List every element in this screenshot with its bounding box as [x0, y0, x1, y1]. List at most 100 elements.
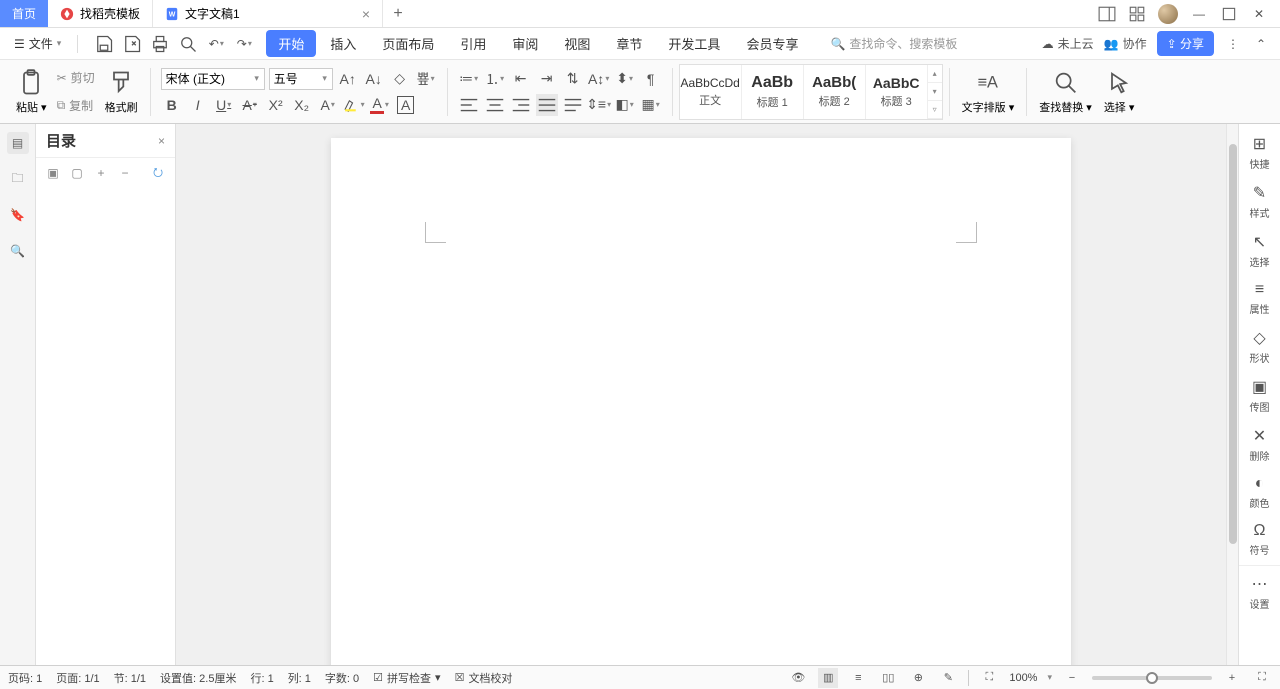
text-direction-icon[interactable]: A↕ [588, 68, 610, 90]
collapse-ribbon-icon[interactable]: ⌃ [1252, 35, 1270, 53]
ribbon-tab-view[interactable]: 视图 [552, 30, 602, 57]
style-more[interactable]: ▿ [928, 101, 942, 119]
refresh-icon[interactable]: ⭮ [149, 164, 167, 182]
zoom-out-button[interactable]: − [1062, 668, 1082, 688]
ribbon-tab-chapter[interactable]: 章节 [604, 30, 654, 57]
page[interactable] [331, 138, 1071, 665]
ribbon-tab-member[interactable]: 会员专享 [734, 30, 810, 57]
home-tab[interactable]: 首页 [0, 0, 48, 27]
show-marks-icon[interactable]: ¶ [640, 68, 662, 90]
character-border-icon[interactable]: A [395, 94, 417, 116]
status-words[interactable]: 字数: 0 [325, 670, 359, 686]
align-distributed-icon[interactable] [562, 94, 584, 116]
nav-bookmark-icon[interactable]: 🔖 [7, 204, 29, 226]
subscript-icon[interactable]: X₂ [291, 94, 313, 116]
align-center-icon[interactable] [484, 94, 506, 116]
line-spacing-icon[interactable]: ⇕≡ [588, 94, 610, 116]
share-button[interactable]: ⇪ 分享 [1157, 31, 1214, 56]
spellcheck-button[interactable]: ☑拼写检查 ▾ [373, 670, 440, 686]
grid-icon[interactable] [1128, 5, 1146, 23]
close-tab-icon[interactable]: × [362, 6, 370, 22]
minimize-button[interactable]: — [1190, 5, 1208, 23]
document-tab[interactable]: W 文字文稿1 × [153, 0, 383, 27]
font-size-input[interactable] [270, 69, 318, 89]
shrink-font-icon[interactable]: A↓ [363, 68, 385, 90]
remove-item-icon[interactable]: − [116, 164, 134, 182]
right-shortcut[interactable]: ⊞快捷 [1240, 130, 1280, 175]
expand-all-icon[interactable]: ▣ [44, 164, 62, 182]
style-heading2[interactable]: AaBb(标题 2 [804, 65, 866, 119]
nav-folder-icon[interactable]: 🗀 [7, 168, 29, 190]
right-settings[interactable]: ⋯设置 [1240, 570, 1280, 615]
numbering-icon[interactable]: ⒈ [484, 68, 506, 90]
style-heading3[interactable]: AaBbC标题 3 [866, 65, 928, 119]
decrease-indent-icon[interactable]: ⇤ [510, 68, 532, 90]
format-painter-button[interactable]: 格式刷 [99, 64, 144, 120]
style-down[interactable]: ▾ [928, 83, 942, 101]
font-name-combo[interactable]: ▾ [161, 68, 265, 90]
font-name-input[interactable] [162, 69, 250, 89]
ribbon-tab-insert[interactable]: 插入 [318, 30, 368, 57]
align-left-icon[interactable] [458, 94, 480, 116]
right-color[interactable]: ◐颜色 [1240, 471, 1280, 514]
style-up[interactable]: ▴ [928, 65, 942, 83]
align-top-icon[interactable]: ⬍ [614, 68, 636, 90]
align-right-icon[interactable] [510, 94, 532, 116]
cloud-status-button[interactable]: ☁ 未上云 [1042, 35, 1094, 52]
ribbon-tab-start[interactable]: 开始 [266, 30, 316, 57]
close-pane-icon[interactable]: × [158, 134, 165, 148]
right-image[interactable]: ▣传图 [1240, 373, 1280, 418]
add-item-icon[interactable]: + [92, 164, 110, 182]
superscript-icon[interactable]: X² [265, 94, 287, 116]
right-props[interactable]: ≡属性 [1240, 277, 1280, 320]
right-delete[interactable]: ✕删除 [1240, 422, 1280, 467]
chevron-down-icon[interactable]: ▾ [250, 73, 264, 84]
style-heading1[interactable]: AaBb标题 1 [742, 65, 804, 119]
zoom-slider[interactable] [1092, 676, 1212, 680]
find-replace-button[interactable]: 查找替换 ▾ [1033, 64, 1098, 120]
view-page-icon[interactable]: ▥ [818, 668, 838, 688]
status-section[interactable]: 节: 1/1 [114, 670, 146, 686]
strikethrough-icon[interactable]: A [239, 94, 261, 116]
maximize-button[interactable] [1220, 5, 1238, 23]
highlight-icon[interactable] [343, 94, 365, 116]
user-avatar[interactable] [1158, 4, 1178, 24]
ribbon-tab-references[interactable]: 引用 [448, 30, 498, 57]
nav-outline-icon[interactable]: ▤ [7, 132, 29, 154]
font-color-icon[interactable]: A [369, 94, 391, 116]
doc-review-button[interactable]: ☒文档校对 [455, 670, 513, 686]
right-symbol[interactable]: Ω符号 [1240, 518, 1280, 561]
shading-icon[interactable]: ◧ [614, 94, 636, 116]
ribbon-tab-devtools[interactable]: 开发工具 [656, 30, 732, 57]
undo-button[interactable]: ↶ [206, 34, 226, 54]
underline-icon[interactable]: U [213, 94, 235, 116]
save-as-icon[interactable] [122, 34, 142, 54]
chevron-down-icon[interactable]: ▾ [1047, 672, 1052, 683]
view-reading-icon[interactable]: ▯▯ [878, 668, 898, 688]
copy-button[interactable]: ⧉复制 [57, 97, 95, 114]
status-col[interactable]: 列: 1 [288, 670, 311, 686]
collab-button[interactable]: 👥 协作 [1104, 35, 1147, 52]
print-preview-icon[interactable] [178, 34, 198, 54]
zoom-level[interactable]: 100% [1009, 672, 1037, 684]
borders-icon[interactable]: ▦ [640, 94, 662, 116]
status-set-value[interactable]: 设置值: 2.5厘米 [160, 670, 236, 686]
align-justify-icon[interactable] [536, 94, 558, 116]
scrollbar-thumb[interactable] [1229, 144, 1237, 544]
command-search[interactable]: 🔍 查找命令、搜索模板 [830, 35, 957, 52]
add-tab-button[interactable]: + [383, 0, 413, 27]
font-size-combo[interactable]: ▾ [269, 68, 333, 90]
more-icon[interactable]: ⋮ [1224, 35, 1242, 53]
cut-button[interactable]: ✂剪切 [57, 69, 95, 86]
right-styles[interactable]: ✎样式 [1240, 179, 1280, 224]
view-web-icon[interactable]: ⊕ [908, 668, 928, 688]
nav-search-icon[interactable]: 🔍 [7, 240, 29, 262]
zoom-thumb[interactable] [1146, 672, 1158, 684]
status-row[interactable]: 行: 1 [250, 670, 273, 686]
status-page[interactable]: 页面: 1/1 [56, 670, 99, 686]
template-store-tab[interactable]: 找稻壳模板 [48, 0, 153, 27]
text-effect-icon[interactable]: A [317, 94, 339, 116]
bullets-icon[interactable]: ≔ [458, 68, 480, 90]
fullscreen-icon[interactable]: ⛶ [1252, 668, 1272, 688]
style-normal[interactable]: AaBbCcDd正文 [680, 65, 742, 119]
